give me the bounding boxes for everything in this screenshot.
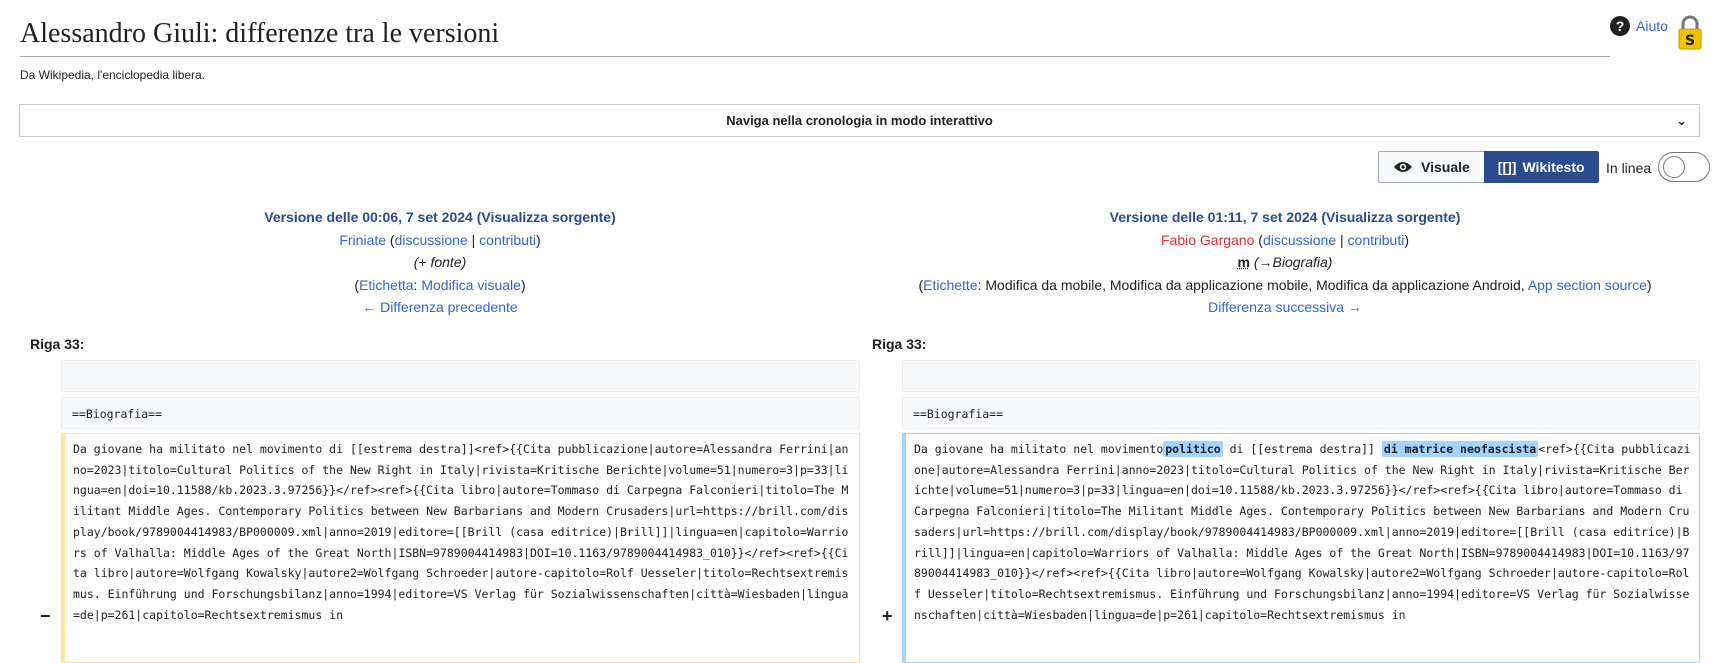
- old-line-number: Riga 33:: [30, 336, 85, 352]
- new-tag-app-section-source[interactable]: App section source: [1528, 277, 1647, 293]
- history-bar-label: Naviga nella cronologia in modo interatt…: [726, 113, 993, 128]
- old-user-link[interactable]: Friniate: [339, 232, 386, 248]
- semi-protection-lock-icon[interactable]: S: [1677, 14, 1703, 50]
- added-line: Da giovane ha militato nel movimento poli…: [902, 433, 1700, 663]
- wikitext-label: Wikitesto: [1522, 159, 1585, 175]
- wikitext-icon: [[]]: [1497, 159, 1517, 175]
- new-version-link[interactable]: Versione delle 01:11, 7 set 2024: [1110, 209, 1318, 225]
- old-tags-link[interactable]: Etichetta: [359, 277, 413, 293]
- added-text-mid: di [[estrema destra]]: [1222, 442, 1382, 456]
- context-line-blank-right: [902, 360, 1700, 392]
- eye-icon: [1394, 162, 1412, 172]
- wikitext-diff-button[interactable]: [[]] Wikitesto: [1483, 151, 1599, 183]
- added-highlight-politico: politico: [1163, 441, 1223, 457]
- switch-knob: [1663, 156, 1685, 178]
- new-edit-summary: (→Biografia): [1253, 254, 1333, 270]
- help-label: Aiuto: [1636, 18, 1668, 34]
- next-diff-link[interactable]: Differenza successiva →: [1208, 299, 1362, 315]
- inline-toggle-switch[interactable]: [1658, 152, 1710, 182]
- svg-text:S: S: [1685, 33, 1695, 49]
- new-tags-link[interactable]: Etichette: [923, 277, 977, 293]
- new-view-source-link[interactable]: Visualizza sorgente: [1326, 209, 1456, 225]
- context-line-right: ==Biografia==: [902, 397, 1700, 429]
- added-highlight-neofascista: di matrice neofascista: [1381, 441, 1539, 457]
- removed-line: Da giovane ha militato nel movimento di …: [61, 433, 860, 663]
- added-line-marker: +: [882, 606, 893, 626]
- minor-edit-badge: m: [1237, 254, 1250, 270]
- visual-diff-button[interactable]: Visuale: [1378, 151, 1484, 183]
- page-title: Alessandro Giuli: differenze tra le vers…: [20, 18, 1610, 57]
- new-user-contribs-link[interactable]: contributi: [1348, 232, 1405, 248]
- old-user-talk-link[interactable]: discussione: [395, 232, 468, 248]
- old-edit-summary: (+ fonte): [413, 254, 467, 270]
- new-user-link[interactable]: Fabio Gargano: [1161, 232, 1254, 248]
- context-line-blank-left: [61, 360, 860, 392]
- old-user-contribs-link[interactable]: contributi: [479, 232, 536, 248]
- old-version-link[interactable]: Versione delle 00:06, 7 set 2024: [264, 209, 473, 225]
- site-tagline: Da Wikipedia, l'enciclopedia libera.: [20, 68, 206, 82]
- added-text-pre: Da giovane ha militato nel movimento: [914, 442, 1164, 456]
- chevron-down-icon: ⌄: [1676, 113, 1687, 128]
- help-link[interactable]: ? Aiuto: [1610, 16, 1668, 36]
- help-icon: ?: [1610, 16, 1630, 36]
- interactive-history-toggle[interactable]: Naviga nella cronologia in modo interatt…: [19, 104, 1700, 137]
- old-tag-visual-edit[interactable]: Modifica visuale: [421, 277, 521, 293]
- new-tags-list: Modifica da mobile, Modifica da applicaz…: [985, 276, 1528, 293]
- visual-label: Visuale: [1421, 159, 1470, 175]
- new-version-header: Versione delle 01:11, 7 set 2024 (Visual…: [918, 209, 1652, 315]
- previous-diff-link[interactable]: ← Differenza precedente: [362, 299, 517, 315]
- new-line-number: Riga 33:: [872, 336, 927, 352]
- added-text-post: <ref>{{Cita pubblicazione|autore=Alessan…: [914, 442, 1691, 622]
- removed-line-marker: −: [40, 606, 51, 626]
- new-user-talk-link[interactable]: discussione: [1263, 232, 1336, 248]
- old-view-source-link[interactable]: Visualizza sorgente: [481, 209, 611, 225]
- diff-view-toggle: Visuale [[]] Wikitesto: [1378, 151, 1599, 183]
- old-version-header: Versione delle 00:06, 7 set 2024 (Visual…: [60, 206, 820, 319]
- context-line-left: ==Biografia==: [61, 397, 860, 429]
- inline-toggle-label: In linea: [1606, 160, 1652, 176]
